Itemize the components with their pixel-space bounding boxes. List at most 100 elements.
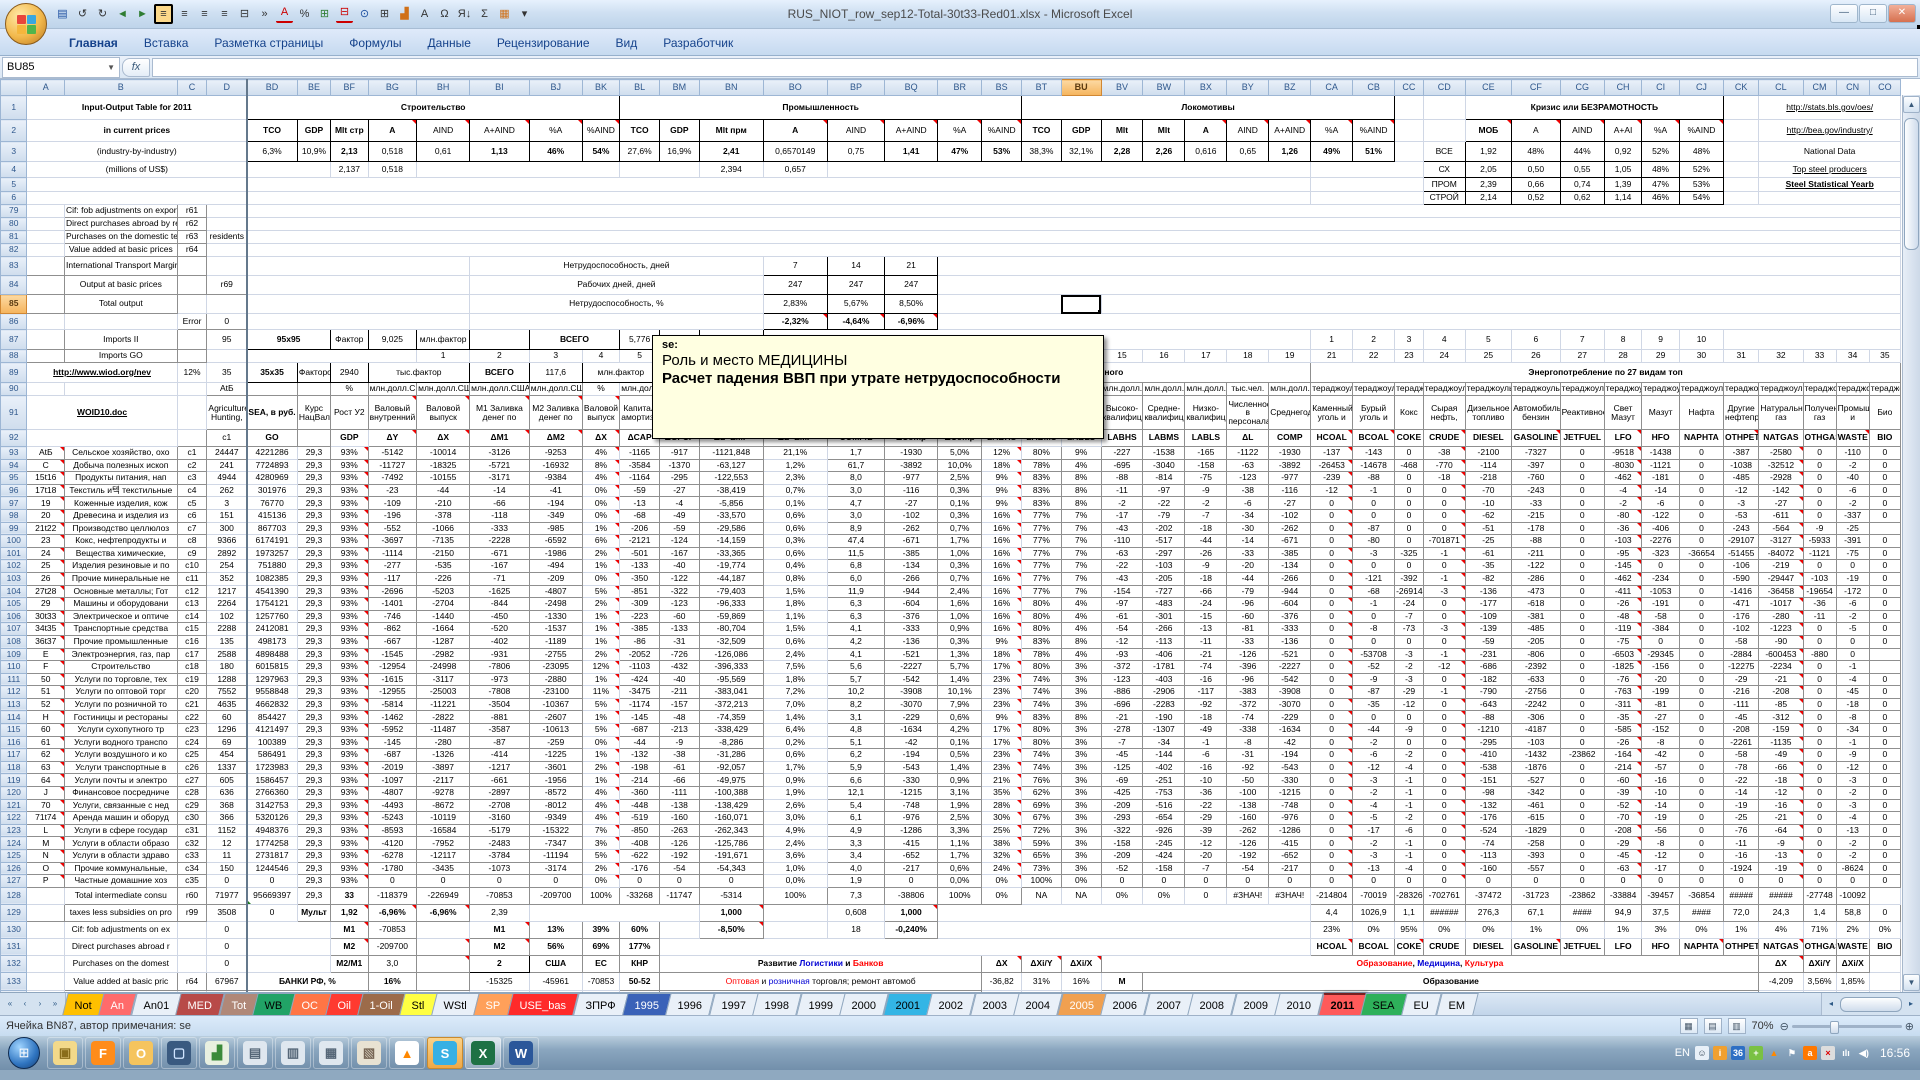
cell[interactable]: 0	[1353, 560, 1395, 573]
cell[interactable]: -226	[417, 572, 470, 585]
cell[interactable]: 100%	[582, 887, 620, 904]
cell[interactable]: 0	[1869, 673, 1900, 686]
cell[interactable]: млн.долл.С	[1269, 383, 1311, 396]
cell[interactable]: 77%	[1022, 560, 1062, 573]
cell[interactable]: 0%	[1560, 921, 1604, 938]
cell[interactable]: 636	[207, 787, 247, 800]
cell[interactable]: 0,62	[1560, 192, 1604, 205]
cell[interactable]: Услуги сухопутного тр	[65, 724, 178, 737]
cell[interactable]: 3,1%	[938, 787, 982, 800]
cell[interactable]: HCOAL	[1311, 430, 1353, 447]
cell[interactable]: c28	[177, 787, 207, 800]
cell[interactable]: -753	[1143, 787, 1185, 800]
cell[interactable]: -1215	[885, 787, 938, 800]
cell[interactable]: -35	[1465, 560, 1511, 573]
cell[interactable]: -3784	[470, 850, 530, 863]
column-header-CB[interactable]: CB	[1353, 80, 1395, 96]
cell[interactable]: -4187	[1512, 724, 1561, 737]
cell[interactable]: -424	[1143, 850, 1185, 863]
cell[interactable]: -383,041	[699, 686, 763, 699]
cell[interactable]: -1164	[620, 472, 660, 485]
cell[interactable]: -462	[1604, 472, 1642, 485]
cell[interactable]: 83%	[1022, 635, 1062, 648]
cell[interactable]: Древесина и изделия из	[65, 509, 178, 522]
sheet-tab-2009[interactable]: 2009	[1231, 993, 1281, 1015]
cell[interactable]: 0,6%	[938, 862, 982, 875]
column-header-A[interactable]: A	[27, 80, 65, 96]
cell[interactable]: -381	[1512, 610, 1561, 623]
cell[interactable]: -1538	[1143, 447, 1185, 460]
cell[interactable]: -19	[1642, 812, 1680, 825]
cell[interactable]	[1423, 120, 1465, 142]
cell[interactable]: Численность в персонала	[1227, 396, 1269, 430]
cell[interactable]: -686	[1465, 661, 1511, 674]
cell[interactable]: SEA, в руб.	[247, 396, 298, 430]
cell[interactable]: 0	[1395, 535, 1424, 548]
cell[interactable]: c17	[177, 648, 207, 661]
cell[interactable]: -5933	[1803, 535, 1836, 548]
cell[interactable]: -1017	[1759, 598, 1803, 611]
cell[interactable]: -167	[659, 547, 699, 560]
cell[interactable]: А	[763, 120, 827, 142]
cell[interactable]: 7%	[1061, 572, 1101, 585]
cell[interactable]: 0,3%	[763, 535, 827, 548]
cell[interactable]: 0	[1803, 661, 1836, 674]
cell[interactable]: 0	[1512, 875, 1561, 888]
cell[interactable]: Прочие минеральные не	[65, 572, 178, 585]
cell[interactable]: 62%	[1022, 787, 1062, 800]
cell[interactable]: -23862	[1560, 887, 1604, 904]
cell[interactable]: -88	[1512, 535, 1561, 548]
cell[interactable]	[1724, 330, 1901, 350]
cell[interactable]: 4%	[582, 787, 620, 800]
cell[interactable]: -74,359	[699, 711, 763, 724]
cell[interactable]: -29447	[1759, 572, 1803, 585]
cell[interactable]: 0	[1101, 875, 1143, 888]
cell[interactable]: -4807	[368, 787, 417, 800]
cell[interactable]: 0	[1311, 560, 1353, 573]
cell[interactable]: -26	[1604, 598, 1642, 611]
cell[interactable]: -671	[885, 535, 938, 548]
cell[interactable]: 1,8%	[763, 598, 827, 611]
cell[interactable]: LABMS	[1143, 430, 1185, 447]
cell[interactable]: c35	[177, 875, 207, 888]
column-header-BS[interactable]: BS	[982, 80, 1022, 96]
cell[interactable]: %	[331, 383, 369, 396]
cell[interactable]: млн.долл.США	[470, 383, 530, 396]
cell[interactable]: -176	[1724, 610, 1759, 623]
cell[interactable]: 58,8	[1836, 904, 1869, 921]
cell[interactable]: c23	[177, 724, 207, 737]
cell[interactable]: 29,3	[297, 572, 330, 585]
cell[interactable]: 1082385	[247, 572, 298, 585]
cell[interactable]: -2	[1836, 497, 1869, 510]
cell[interactable]: -45	[1101, 749, 1143, 762]
cell[interactable]: 2%	[582, 598, 620, 611]
cell[interactable]: 0	[1869, 812, 1900, 825]
cell[interactable]: 93%	[331, 686, 369, 699]
cell[interactable]: 0	[1679, 711, 1723, 724]
column-header-BN[interactable]: BN	[699, 80, 763, 96]
app3-taskbar-button[interactable]: ▦	[313, 1037, 349, 1069]
cell[interactable]: -7	[1101, 736, 1143, 749]
cell[interactable]: -191	[1642, 598, 1680, 611]
cell[interactable]: -448	[620, 799, 660, 812]
cell[interactable]	[1869, 887, 1900, 904]
cell[interactable]: ΔY	[368, 430, 417, 447]
cell[interactable]: -611	[1759, 509, 1803, 522]
column-header-BI[interactable]: BI	[470, 80, 530, 96]
row-header-101[interactable]: 101	[1, 547, 27, 560]
cell[interactable]: 7%	[1061, 535, 1101, 548]
cell[interactable]: -31	[1227, 749, 1269, 762]
cell[interactable]: TCO	[1022, 120, 1062, 142]
cell[interactable]: -54	[1227, 862, 1269, 875]
cell[interactable]: -29345	[1642, 648, 1680, 661]
cell[interactable]: -60	[1227, 610, 1269, 623]
align-right-icon[interactable]: ≡	[196, 5, 213, 23]
cell[interactable]: -16584	[417, 824, 470, 837]
cell[interactable]: 7,0%	[763, 698, 827, 711]
cell[interactable]: -45	[1604, 850, 1642, 863]
cell[interactable]: 0	[1803, 787, 1836, 800]
cell[interactable]	[938, 921, 1311, 938]
cell[interactable]: -132	[1465, 799, 1511, 812]
cell[interactable]: 23%	[1311, 921, 1353, 938]
cell[interactable]: Output at basic prices	[65, 276, 178, 295]
